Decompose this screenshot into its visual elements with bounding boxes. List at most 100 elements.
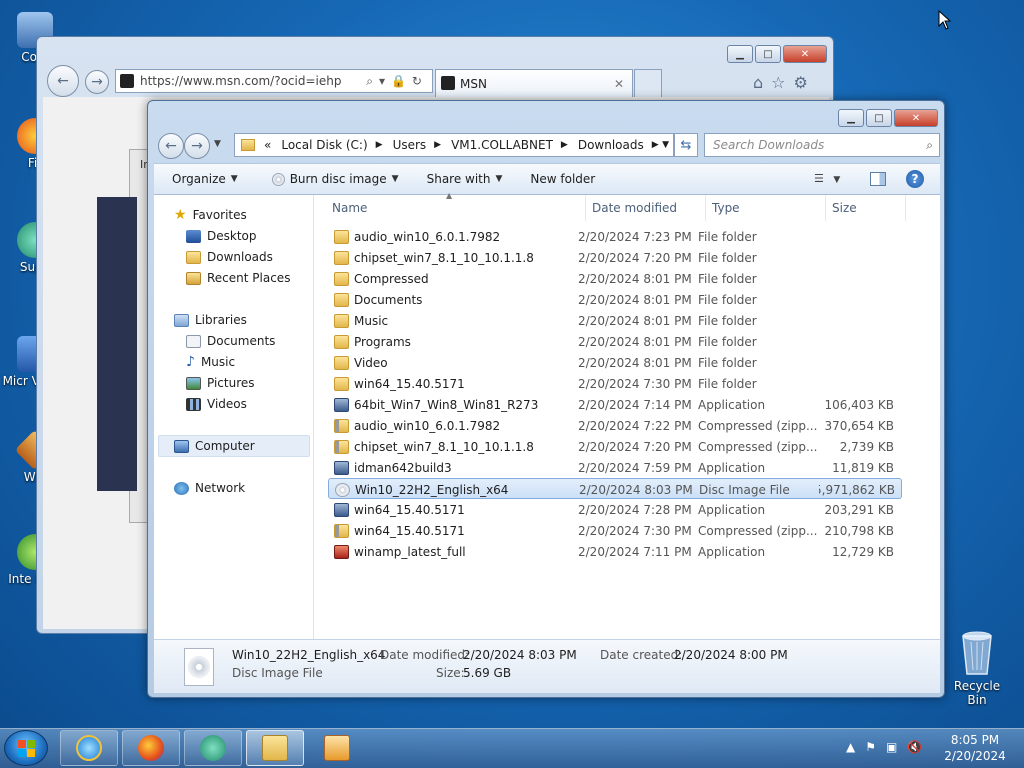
star-icon[interactable]: ☆ bbox=[771, 73, 785, 92]
nav-favorites[interactable]: ★ Favorites bbox=[174, 205, 247, 225]
file-row[interactable]: audio_win10_6.0.1.7982 2/20/2024 7:23 PM F… bbox=[328, 226, 902, 247]
taskbar-explorer-button[interactable] bbox=[246, 730, 304, 766]
home-icon[interactable]: ⌂ bbox=[753, 73, 763, 92]
help-button[interactable]: ? bbox=[906, 170, 924, 188]
column-header-type[interactable]: Type bbox=[706, 195, 826, 221]
new-folder-button[interactable]: New folder bbox=[520, 172, 605, 186]
ie-address-bar[interactable]: https://www.msn.com/?ocid=iehp ⌕▾🔒↻ bbox=[115, 69, 433, 93]
nav-desktop[interactable]: Desktop bbox=[186, 226, 257, 246]
file-name-text: Music bbox=[354, 313, 389, 328]
nav-network[interactable]: Network bbox=[174, 478, 245, 498]
action-center-flag-icon[interactable]: ⚑ bbox=[865, 740, 876, 754]
file-size bbox=[818, 352, 894, 373]
file-row[interactable]: win64_15.40.5171 2/20/2024 7:30 PM File fo… bbox=[328, 373, 902, 394]
folder-file-icon bbox=[334, 271, 349, 286]
tab-close-icon[interactable]: ✕ bbox=[614, 77, 624, 91]
file-row[interactable]: Win10_22H2_English_x64 2/20/2024 8:03 PM D… bbox=[328, 478, 902, 499]
volume-muted-icon[interactable]: 🔇 bbox=[907, 740, 922, 754]
breadcrumb-chevron[interactable]: « bbox=[259, 138, 276, 152]
taskbar-ie-button[interactable] bbox=[60, 730, 118, 766]
folder-file-icon bbox=[334, 250, 349, 265]
taskbar-supercopier-button[interactable] bbox=[184, 730, 242, 766]
libraries-icon bbox=[174, 313, 189, 327]
show-hidden-icons-icon[interactable]: ▲ bbox=[846, 740, 855, 754]
file-row[interactable]: 64bit_Win7_Win8_Win81_R273 2/20/2024 7:14… bbox=[328, 394, 902, 415]
file-row[interactable]: audio_win10_6.0.1.7982 2/20/2024 7:22 PM C… bbox=[328, 415, 902, 436]
explorer-window[interactable]: ▁ □ ✕ ← → ▼ « Local Disk (C:) ▶ Users ▶ VM… bbox=[147, 100, 945, 698]
network-tray-icon[interactable]: ▣ bbox=[886, 740, 897, 754]
breadcrumb-local-disk[interactable]: Local Disk (C:) ▶ bbox=[276, 138, 387, 152]
recycle-bin[interactable]: Recycle Bin bbox=[944, 630, 1010, 707]
file-row[interactable]: winamp_latest_full 2/20/2024 7:11 PM Appli… bbox=[328, 541, 902, 562]
file-name: winamp_latest_full bbox=[334, 541, 578, 562]
file-row[interactable]: win64_15.40.5171 2/20/2024 7:28 PM Applica… bbox=[328, 499, 902, 520]
refresh-button[interactable]: ⇆ bbox=[674, 133, 698, 157]
column-header-name[interactable]: Name ▲ bbox=[326, 191, 586, 221]
ie-tab-msn[interactable]: MSN ✕ bbox=[435, 69, 633, 97]
file-row[interactable]: Compressed 2/20/2024 8:01 PM File folder bbox=[328, 268, 902, 289]
clock-time: 8:05 PM bbox=[950, 733, 1000, 747]
file-size: 370,654 KB bbox=[818, 415, 894, 436]
ie-maximize-button[interactable]: □ bbox=[755, 45, 781, 63]
taskbar-firefox-button[interactable] bbox=[122, 730, 180, 766]
nav-downloads[interactable]: Downloads bbox=[186, 247, 273, 267]
nav-pictures[interactable]: Pictures bbox=[186, 373, 255, 393]
clock[interactable]: 8:05 PM 2/20/2024 bbox=[940, 732, 1010, 764]
ie-forward-button[interactable]: → bbox=[85, 70, 109, 94]
preview-pane-button[interactable] bbox=[870, 172, 886, 186]
ie-close-button[interactable]: ✕ bbox=[783, 45, 827, 63]
share-with-button[interactable]: Share with ▼ bbox=[417, 172, 513, 186]
start-button[interactable] bbox=[4, 730, 48, 766]
organize-button[interactable]: Organize ▼ bbox=[162, 172, 248, 186]
burn-disc-image-button[interactable]: Burn disc image ▼ bbox=[262, 172, 409, 186]
file-row[interactable]: Music 2/20/2024 8:01 PM File folder bbox=[328, 310, 902, 331]
taskbar-media-player-button[interactable] bbox=[308, 730, 366, 766]
column-header-date[interactable]: Date modified bbox=[586, 195, 706, 221]
firefox-icon bbox=[138, 735, 164, 761]
ie-minimize-button[interactable]: ▁ bbox=[727, 45, 753, 63]
explorer-forward-button[interactable]: → bbox=[184, 133, 210, 159]
explorer-maximize-button[interactable]: □ bbox=[866, 109, 892, 127]
file-name-text: Compressed bbox=[354, 271, 429, 286]
file-type-text: File folder bbox=[698, 334, 757, 349]
media-player-icon bbox=[324, 735, 350, 761]
view-options-button[interactable]: ☰ ▼ bbox=[814, 172, 840, 185]
nav-music[interactable]: ♪ Music bbox=[186, 352, 235, 372]
nav-computer[interactable]: Computer bbox=[174, 436, 255, 456]
recent-pages-dropdown-icon[interactable]: ▼ bbox=[214, 139, 221, 149]
address-dropdown-icon[interactable]: ▼ bbox=[662, 140, 669, 150]
file-row[interactable]: idman642build3 2/20/2024 7:59 PM Applicati… bbox=[328, 457, 902, 478]
breadcrumb-downloads[interactable]: Downloads ▶ bbox=[573, 138, 664, 152]
ie-back-button[interactable]: ← bbox=[47, 65, 79, 97]
file-row[interactable]: Programs 2/20/2024 8:01 PM File folder bbox=[328, 331, 902, 352]
file-row[interactable]: win64_15.40.5171 2/20/2024 7:30 PM Compres… bbox=[328, 520, 902, 541]
gear-icon[interactable]: ⚙ bbox=[794, 73, 808, 92]
file-row[interactable]: chipset_win7_8.1_10_10.1.1.8 2/20/2024 7:… bbox=[328, 436, 902, 457]
file-row[interactable]: chipset_win7_8.1_10_10.1.1.8 2/20/2024 7:… bbox=[328, 247, 902, 268]
explorer-minimize-button[interactable]: ▁ bbox=[838, 109, 864, 127]
downloads-folder-icon bbox=[186, 250, 201, 264]
file-name-text: chipset_win7_8.1_10_10.1.1.8 bbox=[354, 439, 534, 454]
file-size: 11,819 KB bbox=[818, 457, 894, 478]
file-type: File folder bbox=[698, 310, 818, 331]
search-input[interactable]: Search Downloads ⌕ bbox=[704, 133, 940, 157]
nav-libraries[interactable]: Libraries bbox=[174, 310, 247, 330]
explorer-close-button[interactable]: ✕ bbox=[894, 109, 938, 127]
documents-icon bbox=[186, 334, 201, 348]
explorer-address-bar[interactable]: « Local Disk (C:) ▶ Users ▶ VM1.COLLABNET ▶… bbox=[234, 133, 674, 157]
nav-documents[interactable]: Documents bbox=[186, 331, 275, 351]
file-row[interactable]: Documents 2/20/2024 8:01 PM File folder bbox=[328, 289, 902, 310]
nav-videos[interactable]: Videos bbox=[186, 394, 247, 414]
file-name: Documents bbox=[334, 289, 578, 310]
file-row[interactable]: Video 2/20/2024 8:01 PM File folder bbox=[328, 352, 902, 373]
breadcrumb-users[interactable]: Users ▶ bbox=[388, 138, 447, 152]
explorer-back-button[interactable]: ← bbox=[158, 133, 184, 159]
ie-new-tab-button[interactable] bbox=[634, 69, 662, 97]
breadcrumb-user[interactable]: VM1.COLLABNET ▶ bbox=[446, 138, 573, 152]
column-header-size[interactable]: Size bbox=[826, 195, 906, 221]
nav-recent-places[interactable]: Recent Places bbox=[186, 268, 290, 288]
ie-dark-panel bbox=[97, 197, 137, 491]
file-date: 2/20/2024 7:23 PM bbox=[578, 226, 698, 247]
file-name: win64_15.40.5171 bbox=[334, 373, 578, 394]
file-size: 210,798 KB bbox=[818, 520, 894, 541]
